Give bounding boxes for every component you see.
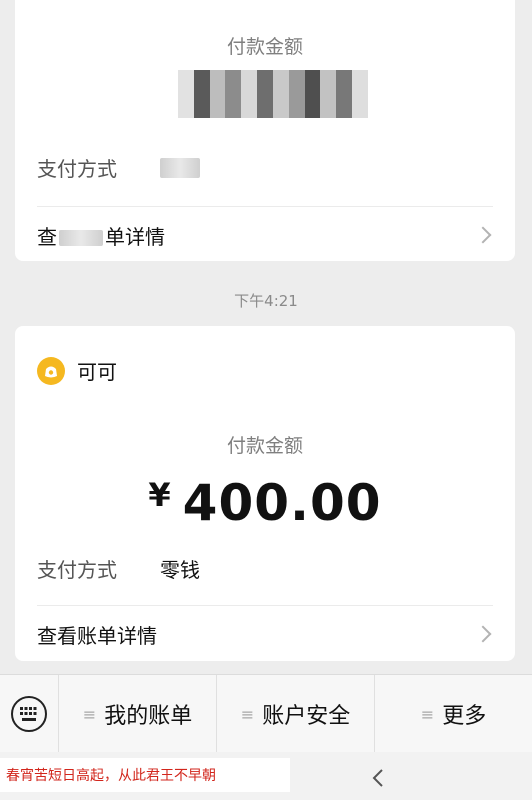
chevron-right-icon xyxy=(474,226,492,244)
menu-lines-icon: ≡ xyxy=(240,704,255,724)
menu-item-label: 更多 xyxy=(442,704,487,729)
menu-item-label: 账户安全 xyxy=(262,704,351,729)
payment-method-label: 支付方式 xyxy=(37,157,117,181)
menu-lines-icon: ≡ xyxy=(82,704,97,724)
chevron-left-icon xyxy=(372,769,383,787)
bottom-menu-bar: ≡ 我的账单 ≡ 账户安全 ≡ 更多 xyxy=(0,674,532,753)
view-bill-details-row[interactable]: 查看账单详情 xyxy=(37,614,493,654)
menu-my-bills[interactable]: ≡ 我的账单 xyxy=(58,675,216,753)
view-bill-details-label: 查看账单详情 xyxy=(37,623,157,648)
payment-card-previous: 付款金额 支付方式 查单详情 xyxy=(15,0,515,261)
sender-name: 可可 xyxy=(77,360,117,384)
divider xyxy=(37,206,493,207)
menu-more[interactable]: ≡ 更多 xyxy=(374,675,532,753)
poem-overlay-text: 春宵苦短日高起，从此君王不早朝 xyxy=(0,758,290,792)
message-timestamp: 下午4:21 xyxy=(234,292,298,310)
sender-row: 可可 xyxy=(37,356,117,385)
obscured-amount xyxy=(178,70,368,118)
keyboard-toggle-button[interactable] xyxy=(0,675,58,753)
payment-method-label: 支付方式 xyxy=(37,558,117,582)
divider xyxy=(37,605,493,606)
view-bill-details-label: 查单详情 xyxy=(37,224,165,249)
amount-label: 付款金额 xyxy=(226,435,303,457)
amount-value: 400.00 xyxy=(182,474,382,532)
back-button[interactable] xyxy=(366,766,390,790)
view-bill-details-row[interactable]: 查单详情 xyxy=(37,215,493,255)
amount-label: 付款金额 xyxy=(226,36,303,58)
menu-account-security[interactable]: ≡ 账户安全 xyxy=(216,675,374,753)
chevron-right-icon xyxy=(474,625,492,643)
wallet-icon xyxy=(37,356,65,385)
keyboard-icon xyxy=(11,696,47,732)
currency-symbol: ¥ xyxy=(148,476,171,514)
obscured-payment-method xyxy=(160,154,200,178)
menu-item-label: 我的账单 xyxy=(104,704,193,729)
payment-amount: ¥400.00 xyxy=(15,474,515,532)
payment-method-value: 零钱 xyxy=(160,558,200,582)
menu-lines-icon: ≡ xyxy=(420,704,435,724)
payment-card: 可可 付款金额 ¥400.00 支付方式 零钱 查看账单详情 xyxy=(15,326,515,661)
